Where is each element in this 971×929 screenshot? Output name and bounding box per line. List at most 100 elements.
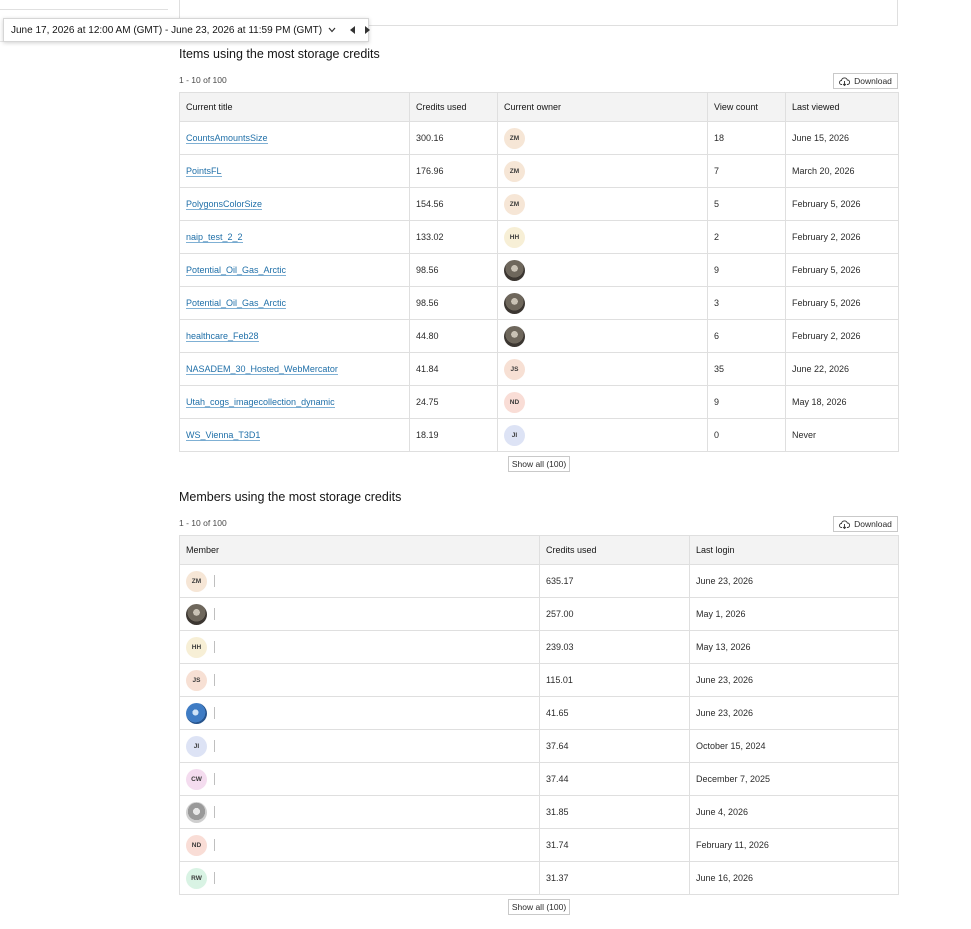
column-header-last-viewed[interactable]: Last viewed — [785, 92, 899, 122]
item-title-link[interactable]: NASADEM_30_Hosted_WebMercator — [186, 364, 338, 375]
credits-used-cell: 37.64 — [539, 729, 690, 763]
view-count-cell: 0 — [707, 418, 786, 452]
item-title-cell: PointsFL — [179, 154, 410, 188]
table-row: naip_test_2_2 133.02 HH 2 February 2, 2026 — [179, 220, 899, 254]
table-row: ND 31.74 February 11, 2026 — [179, 828, 899, 862]
date-range-label: June 17, 2026 at 12:00 AM (GMT) - June 2… — [11, 24, 323, 36]
owner-cell: ND — [497, 385, 708, 419]
table-row: ZM 635.17 June 23, 2026 — [179, 564, 899, 598]
member-cell[interactable]: ND — [179, 828, 540, 862]
member-avatar — [186, 702, 207, 724]
table-row: HH 239.03 May 13, 2026 — [179, 630, 899, 664]
table-row: JS 115.01 June 23, 2026 — [179, 663, 899, 697]
item-title-link[interactable]: healthcare_Feb28 — [186, 331, 259, 342]
cloud-download-icon — [839, 520, 851, 529]
member-cell[interactable]: JS — [179, 663, 540, 697]
credits-used-cell: 300.16 — [409, 121, 498, 155]
table-row: PointsFL 176.96 ZM 7 March 20, 2026 — [179, 154, 899, 188]
owner-avatar: ZM — [504, 193, 525, 215]
member-cell[interactable]: CW — [179, 762, 540, 796]
credits-used-cell: 257.00 — [539, 597, 690, 631]
member-name-redacted — [214, 872, 215, 884]
member-name-redacted — [214, 707, 215, 719]
credits-used-cell: 31.37 — [539, 861, 690, 895]
item-title-link[interactable]: Potential_Oil_Gas_Arctic — [186, 298, 287, 309]
member-cell[interactable] — [179, 696, 540, 730]
members-table-header: Member Credits used Last login — [179, 535, 899, 565]
member-cell[interactable] — [179, 795, 540, 829]
item-title-link[interactable]: naip_test_2_2 — [186, 232, 243, 243]
member-identity — [186, 603, 539, 625]
item-title-link[interactable]: PolygonsColorSize — [186, 199, 263, 210]
member-identity: JI — [186, 735, 539, 757]
member-avatar: CW — [186, 768, 207, 790]
members-download-button[interactable]: Download — [833, 516, 898, 532]
member-identity: JS — [186, 669, 539, 691]
table-row: 31.85 June 4, 2026 — [179, 795, 899, 829]
member-cell[interactable] — [179, 597, 540, 631]
column-header-last-login[interactable]: Last login — [689, 535, 899, 565]
last-viewed-cell: February 2, 2026 — [785, 319, 899, 353]
member-avatar: ND — [186, 834, 207, 856]
date-range-picker[interactable]: June 17, 2026 at 12:00 AM (GMT) - June 2… — [3, 18, 371, 42]
item-title-cell: CountsAmountsSize — [179, 121, 410, 155]
item-title-link[interactable]: CountsAmountsSize — [186, 133, 268, 144]
column-header-view-count[interactable]: View count — [707, 92, 786, 122]
last-login-cell: October 15, 2024 — [689, 729, 899, 763]
member-cell[interactable]: RW — [179, 861, 540, 895]
last-login-cell: June 16, 2026 — [689, 861, 899, 895]
column-header-credits-used[interactable]: Credits used — [409, 92, 498, 122]
view-count-cell: 9 — [707, 385, 786, 419]
view-count-cell: 18 — [707, 121, 786, 155]
view-count-cell: 35 — [707, 352, 786, 386]
table-row: 41.65 June 23, 2026 — [179, 696, 899, 730]
member-identity: ND — [186, 834, 539, 856]
item-title-link[interactable]: Utah_cogs_imagecollection_dynamic — [186, 397, 335, 408]
item-title-link[interactable]: Potential_Oil_Gas_Arctic — [186, 265, 287, 276]
items-download-button[interactable]: Download — [833, 73, 898, 89]
member-name-redacted — [214, 608, 215, 620]
items-range-text: 1 - 10 of 100 — [179, 75, 227, 85]
last-login-cell: May 1, 2026 — [689, 597, 899, 631]
last-viewed-cell: February 5, 2026 — [785, 286, 899, 320]
table-row: healthcare_Feb28 44.80 6 February 2, 2026 — [179, 319, 899, 353]
column-header-credits-used[interactable]: Credits used — [539, 535, 690, 565]
member-identity: RW — [186, 867, 539, 889]
items-show-all-button[interactable]: Show all (100) — [508, 456, 570, 472]
table-row: WS_Vienna_T3D1 18.19 JI 0 Never — [179, 418, 899, 452]
member-avatar: JS — [186, 669, 207, 691]
table-row: Utah_cogs_imagecollection_dynamic 24.75 ND… — [179, 385, 899, 419]
item-title-cell: NASADEM_30_Hosted_WebMercator — [179, 352, 410, 386]
owner-cell — [497, 253, 708, 287]
items-download-label: Download — [854, 76, 892, 86]
member-cell[interactable]: ZM — [179, 564, 540, 598]
column-header-current-owner[interactable]: Current owner — [497, 92, 708, 122]
previous-period-icon[interactable] — [350, 24, 356, 36]
member-cell[interactable]: JI — [179, 729, 540, 763]
last-viewed-cell: February 5, 2026 — [785, 187, 899, 221]
items-table: Current title Credits used Current owner… — [179, 92, 899, 452]
owner-cell: ZM — [497, 154, 708, 188]
owner-avatar: HH — [504, 226, 525, 248]
item-title-link[interactable]: WS_Vienna_T3D1 — [186, 430, 261, 441]
members-show-all-button[interactable]: Show all (100) — [508, 899, 570, 915]
credits-used-cell: 154.56 — [409, 187, 498, 221]
chevron-down-icon[interactable] — [328, 25, 336, 35]
view-count-cell: 7 — [707, 154, 786, 188]
credits-used-cell: 41.65 — [539, 696, 690, 730]
owner-avatar: ZM — [504, 160, 525, 182]
item-title-cell: Potential_Oil_Gas_Arctic — [179, 253, 410, 287]
member-cell[interactable]: HH — [179, 630, 540, 664]
item-title-cell: naip_test_2_2 — [179, 220, 410, 254]
member-name-redacted — [214, 806, 215, 818]
item-title-link[interactable]: PointsFL — [186, 166, 222, 177]
credits-used-cell: 98.56 — [409, 253, 498, 287]
next-period-icon[interactable] — [364, 24, 371, 36]
table-row: Potential_Oil_Gas_Arctic 98.56 9 February 5… — [179, 253, 899, 287]
owner-avatar: ND — [504, 391, 525, 413]
column-header-current-title[interactable]: Current title — [179, 92, 410, 122]
members-section-title: Members using the most storage credits — [179, 490, 402, 504]
column-header-member[interactable]: Member — [179, 535, 540, 565]
member-identity — [186, 702, 539, 724]
table-row: Potential_Oil_Gas_Arctic 98.56 3 February 5… — [179, 286, 899, 320]
